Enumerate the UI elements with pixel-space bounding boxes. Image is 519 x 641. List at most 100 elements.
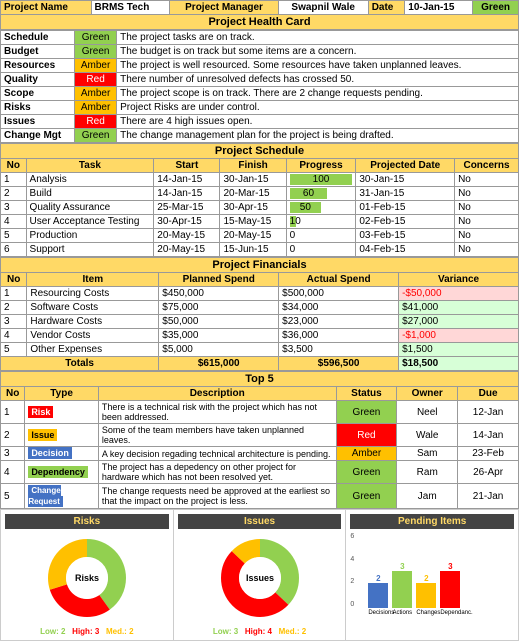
health-row: BudgetGreenThe budget is on track but so… bbox=[1, 45, 519, 59]
health-row: ResourcesAmberThe project is well resour… bbox=[1, 59, 519, 73]
schedule-section-header: Project Schedule bbox=[1, 144, 519, 159]
health-row: ScheduleGreenThe project tasks are on tr… bbox=[1, 31, 519, 45]
health-item-status: Red bbox=[75, 73, 117, 87]
financials-row: 2Software Costs$75,000$34,000$41,000 bbox=[1, 301, 519, 315]
schedule-row: 1Analysis14-Jan-1530-Jan-1510030-Jan-15N… bbox=[1, 173, 519, 187]
health-card-title: Project Health Card bbox=[1, 15, 519, 30]
date-value: 10-Jan-15 bbox=[405, 1, 473, 15]
schedule-col-header: Progress bbox=[286, 159, 356, 173]
financials-variance: -$1,000 bbox=[399, 329, 519, 343]
financials-variance: $27,000 bbox=[399, 315, 519, 329]
health-item-status: Green bbox=[75, 45, 117, 59]
svg-text:Risks: Risks bbox=[75, 573, 99, 583]
health-row: IssuesRedThere are 4 high issues open. bbox=[1, 115, 519, 129]
health-item-comment: The change management plan for the proje… bbox=[117, 129, 519, 143]
schedule-progress: 10 bbox=[286, 215, 356, 229]
bar-label-changes: Changes bbox=[416, 610, 436, 616]
health-item-name: Schedule bbox=[1, 31, 75, 45]
svg-text:Issues: Issues bbox=[245, 573, 273, 583]
risks-chart-section: Risks Risks Low: 2 High: 3 Med.: 2 bbox=[1, 510, 174, 640]
health-item-status: Amber bbox=[75, 59, 117, 73]
health-item-status: Amber bbox=[75, 101, 117, 115]
top5-row: 4DependencyThe project has a depedency o… bbox=[1, 461, 519, 484]
financials-row: 1Resourcing Costs$450,000$500,000-$50,00… bbox=[1, 287, 519, 301]
top5-row: 3DecisionA key decision regading technic… bbox=[1, 447, 519, 461]
top5-col-header: Description bbox=[98, 387, 336, 401]
health-item-comment: The project is well resourced. Some reso… bbox=[117, 59, 519, 73]
top5-type: Dependency bbox=[28, 466, 88, 478]
risks-legend: Low: 2 High: 3 Med.: 2 bbox=[5, 627, 169, 636]
health-item-status: Green bbox=[75, 129, 117, 143]
risks-chart-title: Risks bbox=[5, 514, 169, 529]
pending-chart-title: Pending Items bbox=[350, 514, 514, 529]
schedule-col-header: Finish bbox=[220, 159, 286, 173]
project-manager-label: Project Manager bbox=[170, 1, 278, 15]
financials-variance: $1,500 bbox=[399, 343, 519, 357]
schedule-table: Project ScheduleNoTaskStartFinishProgres… bbox=[0, 143, 519, 257]
date-label: Date bbox=[368, 1, 405, 15]
schedule-col-header: No bbox=[1, 159, 27, 173]
financials-col-header: Planned Spend bbox=[159, 273, 279, 287]
schedule-row: 3Quality Assurance25-Mar-1530-Apr-155001… bbox=[1, 201, 519, 215]
top5-type: Change Request bbox=[28, 485, 63, 507]
health-item-status: Amber bbox=[75, 87, 117, 101]
health-item-status: Green bbox=[75, 31, 117, 45]
issues-donut: Issues bbox=[215, 533, 305, 623]
health-item-status: Red bbox=[75, 115, 117, 129]
issues-chart-section: Issues Issues Low: 3 High: 4 Med.: 2 bbox=[174, 510, 347, 640]
financials-row: 3Hardware Costs$50,000$23,000$27,000 bbox=[1, 315, 519, 329]
top5-type: Issue bbox=[28, 429, 57, 441]
top5-col-header: Owner bbox=[397, 387, 458, 401]
financials-total-variance: $18,500 bbox=[399, 357, 519, 371]
health-item-name: Resources bbox=[1, 59, 75, 73]
top5-table: Top 5NoTypeDescriptionStatusOwnerDue1Ris… bbox=[0, 371, 519, 509]
health-item-comment: The budget is on track but some items ar… bbox=[117, 45, 519, 59]
issues-legend: Low: 3 High: 4 Med.: 2 bbox=[178, 627, 342, 636]
risks-donut: Risks bbox=[42, 533, 132, 623]
financials-variance: -$50,000 bbox=[399, 287, 519, 301]
financials-row: 5Other Expenses$5,000$3,500$1,500 bbox=[1, 343, 519, 357]
bar-label-dependanc: Dependanc. bbox=[440, 610, 460, 616]
bar-label-decisions: Decisions bbox=[368, 610, 388, 616]
schedule-row: 6Support20-May-1515-Jun-15004-Feb-15No bbox=[1, 243, 519, 257]
health-item-name: Risks bbox=[1, 101, 75, 115]
health-row: QualityRedThere number of unresolved def… bbox=[1, 73, 519, 87]
health-item-comment: The project tasks are on track. bbox=[117, 31, 519, 45]
health-item-comment: There are 4 high issues open. bbox=[117, 115, 519, 129]
financials-col-header: Actual Spend bbox=[279, 273, 399, 287]
top5-row: 5Change RequestThe change requests need … bbox=[1, 484, 519, 509]
top5-col-header: Type bbox=[25, 387, 99, 401]
project-name-label: Project Name bbox=[1, 1, 92, 15]
financials-totals: Totals$615,000$596,500$18,500 bbox=[1, 357, 519, 371]
project-manager-value: Swapnil Wale bbox=[278, 1, 368, 15]
pending-bar-chart: 6420 2 3 2 bbox=[350, 533, 514, 616]
financials-col-header: No bbox=[1, 273, 27, 287]
top5-col-header: No bbox=[1, 387, 25, 401]
health-card-table: ScheduleGreenThe project tasks are on tr… bbox=[0, 30, 519, 143]
top5-row: 1RiskThere is a technical risk with the … bbox=[1, 401, 519, 424]
financials-col-header: Variance bbox=[399, 273, 519, 287]
project-status: Green bbox=[473, 1, 519, 15]
financials-table: Project FinancialsNoItemPlanned SpendAct… bbox=[0, 257, 519, 371]
schedule-progress: 0 bbox=[286, 229, 356, 243]
schedule-row: 2Build14-Jan-1520-Mar-156031-Jan-15No bbox=[1, 187, 519, 201]
top5-status: Amber bbox=[336, 447, 397, 461]
top5-row: 2IssueSome of the team members have take… bbox=[1, 424, 519, 447]
top5-col-header: Status bbox=[336, 387, 397, 401]
financials-section-header: Project Financials bbox=[1, 258, 519, 273]
health-row: Change MgtGreenThe change management pla… bbox=[1, 129, 519, 143]
top5-col-header: Due bbox=[458, 387, 519, 401]
pending-chart-section: Pending Items 6420 2 3 bbox=[346, 510, 518, 640]
schedule-col-header: Concerns bbox=[455, 159, 519, 173]
schedule-col-header: Start bbox=[154, 159, 220, 173]
top5-section-header: Top 5 bbox=[1, 372, 519, 387]
top5-type: Risk bbox=[28, 406, 53, 418]
health-item-comment: The project scope is on track. There are… bbox=[117, 87, 519, 101]
health-row: ScopeAmberThe project scope is on track.… bbox=[1, 87, 519, 101]
health-item-comment: Project Risks are under control. bbox=[117, 101, 519, 115]
top5-status: Green bbox=[336, 461, 397, 484]
financials-row: 4Vendor Costs$35,000$36,000-$1,000 bbox=[1, 329, 519, 343]
top5-type: Decision bbox=[28, 447, 72, 459]
health-row: RisksAmberProject Risks are under contro… bbox=[1, 101, 519, 115]
health-item-name: Issues bbox=[1, 115, 75, 129]
